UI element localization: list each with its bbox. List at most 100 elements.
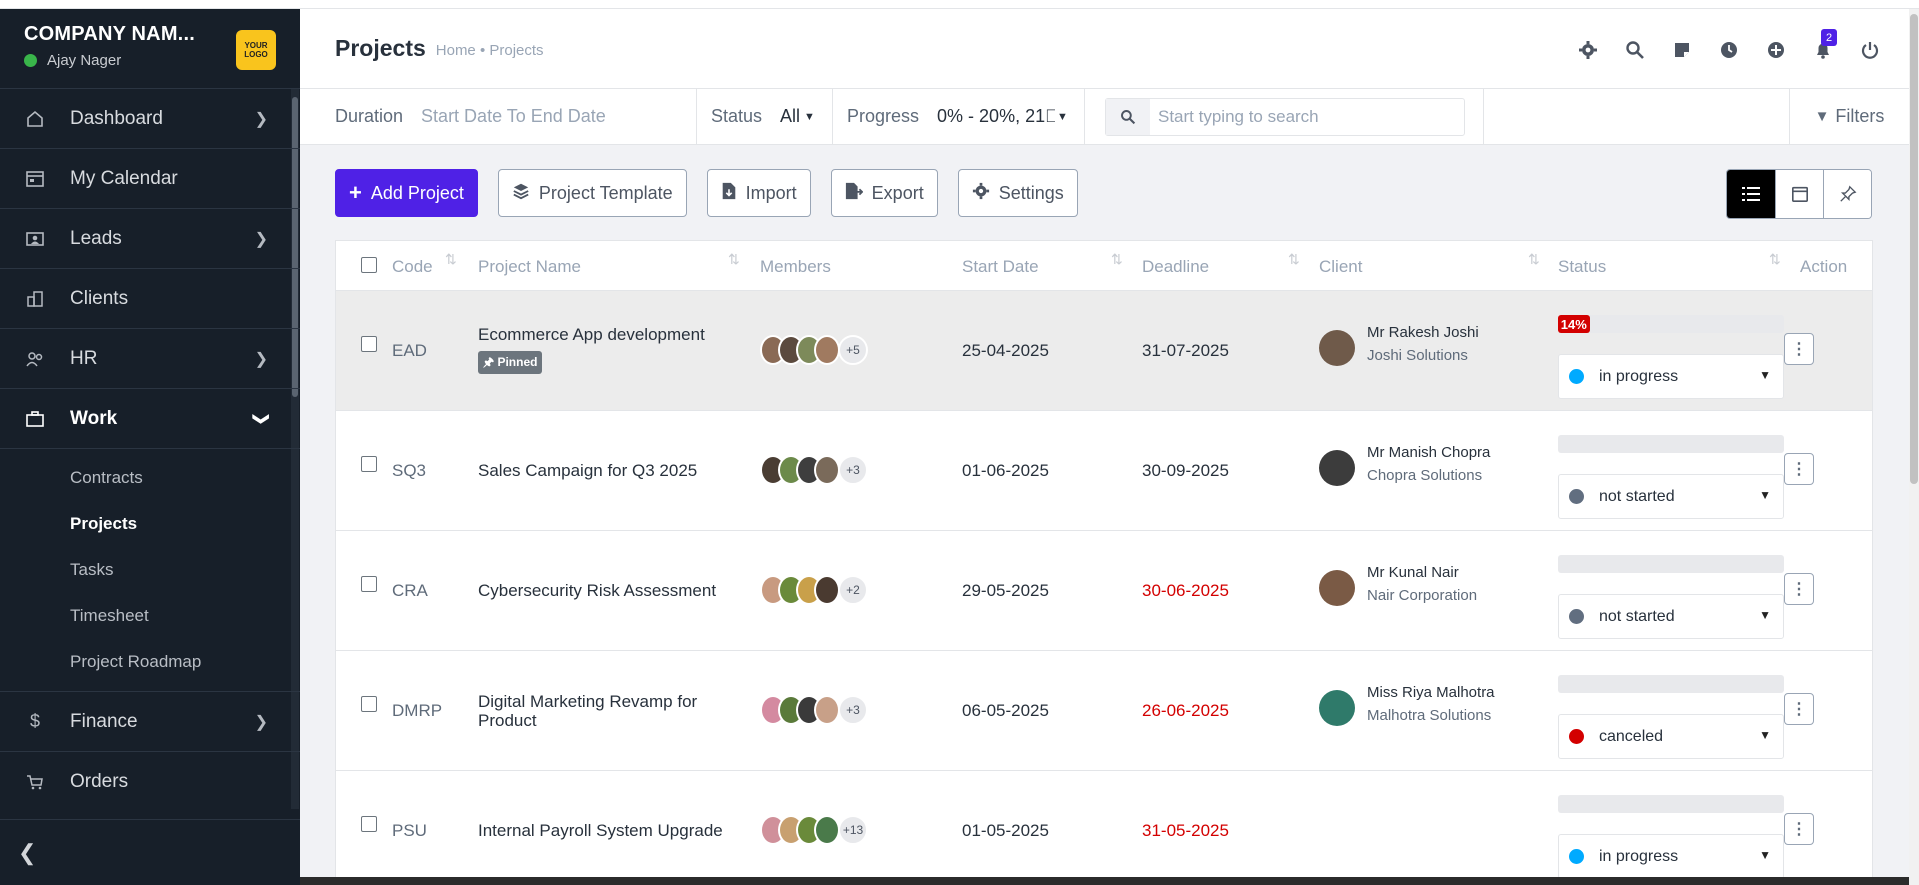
avatar[interactable] xyxy=(814,815,840,845)
pin-view-icon[interactable] xyxy=(1823,170,1871,218)
clock-icon[interactable] xyxy=(1705,35,1752,65)
status-filter[interactable]: Status All ▼ xyxy=(697,88,833,145)
project-name-cell[interactable]: Ecommerce App development 🖈 Pinned xyxy=(478,325,728,374)
sidebar-subitem-projects[interactable]: Projects xyxy=(0,501,300,547)
status-select[interactable]: not started ▼ xyxy=(1558,474,1784,519)
table-row[interactable]: CRA Cybersecurity Risk Assessment +2 29-… xyxy=(336,531,1872,651)
avatar[interactable] xyxy=(814,455,840,485)
breadcrumb[interactable]: Home • Projects xyxy=(436,42,544,59)
row-action-menu-button[interactable]: ⋮ xyxy=(1784,333,1814,365)
client-cell[interactable]: Mr Rakesh Joshi Joshi Solutions xyxy=(1319,324,1539,370)
project-name[interactable]: Internal Payroll System Upgrade xyxy=(478,821,728,840)
avatar[interactable] xyxy=(814,575,840,605)
client-name[interactable]: Miss Riya Malhotra xyxy=(1367,684,1495,701)
client-cell[interactable]: Mr Kunal Nair Nair Corporation xyxy=(1319,564,1539,610)
more-members-count[interactable]: +3 xyxy=(838,695,868,725)
bell-icon[interactable]: 2 xyxy=(1799,29,1846,65)
filters-button[interactable]: ▼ Filters xyxy=(1789,88,1909,145)
sidebar-subitem-tasks[interactable]: Tasks xyxy=(0,547,300,593)
project-name[interactable]: Cybersecurity Risk Assessment xyxy=(478,581,728,600)
client-name[interactable]: Mr Rakesh Joshi xyxy=(1367,324,1479,341)
more-members-count[interactable]: +5 xyxy=(838,335,868,365)
collapse-sidebar-button[interactable]: ❮ xyxy=(0,819,300,885)
gear-icon[interactable] xyxy=(1564,35,1611,65)
sort-icon[interactable]: ⇅ xyxy=(1111,251,1123,268)
more-members-count[interactable]: +13 xyxy=(838,815,868,845)
sidebar-item-clients[interactable]: Clients xyxy=(0,269,300,329)
row-checkbox[interactable] xyxy=(361,456,377,472)
project-name[interactable]: Ecommerce App development xyxy=(478,325,728,344)
column-header-deadline[interactable]: Deadline xyxy=(1142,257,1209,277)
member-avatars[interactable]: +2 xyxy=(760,575,868,605)
page-scrollbar[interactable] xyxy=(1910,14,1918,484)
client-name[interactable]: Mr Kunal Nair xyxy=(1367,564,1459,581)
client-cell[interactable]: Mr Manish Chopra Chopra Solutions xyxy=(1319,444,1539,490)
status-select[interactable]: not started ▼ xyxy=(1558,594,1784,639)
select-all-checkbox[interactable] xyxy=(361,257,377,273)
project-template-button[interactable]: Project Template xyxy=(497,169,687,217)
row-action-menu-button[interactable]: ⋮ xyxy=(1784,573,1814,605)
list-view-icon[interactable] xyxy=(1727,170,1775,218)
client-avatar[interactable] xyxy=(1319,690,1355,726)
member-avatars[interactable]: +13 xyxy=(760,815,868,845)
column-header-status[interactable]: Status xyxy=(1558,257,1606,277)
progress-filter[interactable]: Progress 0% - 20%, 21  ▼ xyxy=(833,88,1085,145)
sidebar-subitem-timesheet[interactable]: Timesheet xyxy=(0,593,300,639)
status-select[interactable]: canceled ▼ xyxy=(1558,714,1784,759)
more-members-count[interactable]: +2 xyxy=(838,575,868,605)
column-header-project-name[interactable]: Project Name xyxy=(478,257,581,277)
avatar[interactable] xyxy=(814,695,840,725)
column-header-code[interactable]: Code xyxy=(392,257,433,277)
client-avatar[interactable] xyxy=(1319,570,1355,606)
row-action-menu-button[interactable]: ⋮ xyxy=(1784,813,1814,845)
row-checkbox[interactable] xyxy=(361,576,377,592)
import-button[interactable]: Import xyxy=(706,169,811,217)
sticky-note-icon[interactable] xyxy=(1658,35,1705,65)
sidebar-subitem-contracts[interactable]: Contracts xyxy=(0,455,300,501)
sidebar-subitem-project-roadmap[interactable]: Project Roadmap xyxy=(0,639,300,685)
settings-button[interactable]: Settings xyxy=(957,169,1078,217)
column-header-client[interactable]: Client xyxy=(1319,257,1362,277)
sidebar-item-leads[interactable]: Leads ❯ xyxy=(0,209,300,269)
search-icon[interactable] xyxy=(1611,35,1658,65)
table-row[interactable]: DMRP Digital Marketing Revamp for Produc… xyxy=(336,651,1872,771)
sort-icon[interactable]: ⇅ xyxy=(728,251,740,268)
client-avatar[interactable] xyxy=(1319,450,1355,486)
project-name[interactable]: Sales Campaign for Q3 2025 xyxy=(478,461,728,480)
sort-icon[interactable]: ⇅ xyxy=(445,251,457,268)
member-avatars[interactable]: +5 xyxy=(760,335,868,365)
client-name[interactable]: Mr Manish Chopra xyxy=(1367,444,1490,461)
duration-filter[interactable]: Duration Start Date To End Date xyxy=(300,88,697,145)
status-select[interactable]: in progress ▼ xyxy=(1558,354,1784,399)
row-action-menu-button[interactable]: ⋮ xyxy=(1784,453,1814,485)
avatar[interactable] xyxy=(814,335,840,365)
search-input[interactable] xyxy=(1150,106,1450,127)
sidebar-item-hr[interactable]: HR ❯ xyxy=(0,329,300,389)
more-members-count[interactable]: +3 xyxy=(838,455,868,485)
calendar-view-icon[interactable] xyxy=(1775,170,1823,218)
row-checkbox[interactable] xyxy=(361,816,377,832)
add-circle-icon[interactable] xyxy=(1752,35,1799,65)
table-row[interactable]: EAD Ecommerce App development 🖈 Pinned +… xyxy=(336,291,1872,411)
sidebar-item-my-calendar[interactable]: My Calendar xyxy=(0,149,300,209)
add-project-button[interactable]: + Add Project xyxy=(335,169,478,217)
search-field[interactable] xyxy=(1105,97,1465,136)
column-header-start-date[interactable]: Start Date xyxy=(962,257,1039,277)
table-row[interactable]: PSU Internal Payroll System Upgrade +13 … xyxy=(336,771,1872,884)
table-row[interactable]: SQ3 Sales Campaign for Q3 2025 +3 01-06-… xyxy=(336,411,1872,531)
row-action-menu-button[interactable]: ⋮ xyxy=(1784,693,1814,725)
project-name[interactable]: Digital Marketing Revamp for Product xyxy=(478,692,708,730)
member-avatars[interactable]: +3 xyxy=(760,455,868,485)
sidebar-item-orders[interactable]: Orders xyxy=(0,752,300,809)
client-avatar[interactable] xyxy=(1319,330,1355,366)
sidebar-item-work[interactable]: Work ❯ xyxy=(0,389,300,449)
sort-icon[interactable]: ⇅ xyxy=(1769,251,1781,268)
row-checkbox[interactable] xyxy=(361,696,377,712)
sidebar-item-dashboard[interactable]: Dashboard ❯ xyxy=(0,89,300,149)
power-icon[interactable] xyxy=(1846,35,1893,65)
row-checkbox[interactable] xyxy=(361,336,377,352)
export-button[interactable]: Export xyxy=(830,169,938,217)
client-cell[interactable]: Miss Riya Malhotra Malhotra Solutions xyxy=(1319,684,1539,730)
sidebar-item-finance[interactable]: $ Finance ❯ xyxy=(0,692,300,752)
member-avatars[interactable]: +3 xyxy=(760,695,868,725)
